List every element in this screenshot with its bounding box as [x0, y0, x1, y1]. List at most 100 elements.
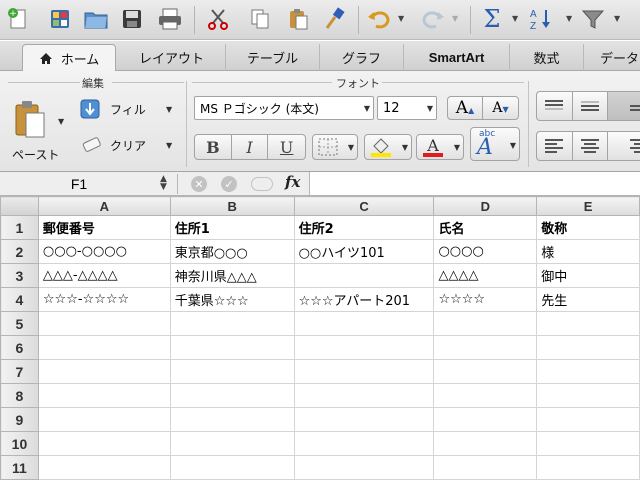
row-header[interactable]: 9	[0, 407, 39, 432]
align-bottom-button[interactable]	[608, 92, 640, 120]
row-header[interactable]: 4	[0, 287, 39, 312]
grid-cell[interactable]	[37, 455, 171, 480]
tab-layout[interactable]: レイアウト	[118, 44, 226, 71]
new-icon[interactable]: +	[4, 5, 32, 33]
row-header[interactable]: 2	[0, 239, 39, 264]
bold-button[interactable]: B	[195, 135, 232, 159]
grid-cell[interactable]: 住所2	[293, 215, 435, 240]
grid-cell[interactable]	[293, 311, 435, 336]
paste-button[interactable]: ▼ ペースト	[12, 99, 68, 165]
row-header[interactable]: 8	[0, 383, 39, 408]
clear-button[interactable]: クリア ▼	[80, 135, 180, 157]
font-size-select[interactable]: 12 ▼	[377, 96, 437, 120]
grid-cell[interactable]	[433, 431, 538, 456]
grid-cell[interactable]	[169, 359, 295, 384]
row-header[interactable]: 10	[0, 431, 39, 456]
copy-icon[interactable]	[246, 5, 274, 33]
grid-cell[interactable]	[536, 407, 640, 432]
align-middle-button[interactable]	[573, 92, 609, 120]
grid-cell[interactable]	[169, 455, 295, 480]
grid-cell[interactable]	[37, 407, 171, 432]
enter-icon[interactable]: ✓	[221, 176, 237, 192]
tab-home[interactable]: ホーム	[22, 44, 116, 72]
align-top-button[interactable]	[537, 92, 573, 120]
name-box-stepper-icon[interactable]: ▲ ▼	[160, 175, 167, 192]
grid-cell[interactable]: ○○ハイツ101	[293, 239, 435, 264]
undo-icon[interactable]	[366, 5, 394, 33]
align-center-button[interactable]	[573, 132, 609, 160]
grid-cell[interactable]	[37, 431, 171, 456]
grid-cell[interactable]	[37, 383, 171, 408]
underline-button[interactable]: U	[268, 135, 305, 159]
grid-cell[interactable]	[536, 359, 640, 384]
column-header[interactable]: A	[37, 196, 171, 216]
formula-input[interactable]	[309, 172, 640, 195]
grid-cell[interactable]	[433, 455, 538, 480]
autosum-icon[interactable]: Σ	[478, 5, 506, 33]
formula-builder-toggle[interactable]	[251, 177, 273, 191]
grid-cell[interactable]: ☆☆☆アパート201	[293, 287, 435, 312]
save-icon[interactable]	[118, 5, 146, 33]
redo-icon[interactable]	[418, 5, 446, 33]
select-all-corner[interactable]	[0, 196, 39, 216]
font-color-button[interactable]: A ▼	[416, 134, 464, 160]
column-header[interactable]: E	[536, 196, 640, 216]
row-header[interactable]: 5	[0, 311, 39, 336]
grid-cell[interactable]	[536, 455, 640, 480]
undo-dropdown-icon[interactable]: ▼	[398, 14, 404, 23]
increase-font-button[interactable]: A▲	[448, 97, 484, 119]
paste-icon[interactable]	[284, 5, 312, 33]
gallery-icon[interactable]	[46, 5, 74, 33]
grid-cell[interactable]	[169, 407, 295, 432]
column-header[interactable]: C	[293, 196, 435, 216]
redo-dropdown-icon[interactable]: ▼	[452, 14, 458, 23]
sort-icon[interactable]: AZ	[528, 5, 556, 33]
grid-cell[interactable]: ☆☆☆-☆☆☆☆	[37, 287, 171, 312]
tab-smartart[interactable]: SmartArt	[404, 44, 510, 71]
grid-cell[interactable]	[536, 311, 640, 336]
grid-cell[interactable]	[536, 383, 640, 408]
grid-cell[interactable]	[293, 407, 435, 432]
grid-cell[interactable]	[293, 263, 435, 288]
autosum-dropdown-icon[interactable]: ▼	[512, 14, 518, 23]
grid-cell[interactable]	[293, 383, 435, 408]
filter-dropdown-icon[interactable]: ▼	[614, 14, 620, 23]
grid-cell[interactable]: 様	[536, 239, 640, 264]
grid-cell[interactable]	[169, 311, 295, 336]
grid-cell[interactable]	[293, 431, 435, 456]
text-effects-button[interactable]: abc A ▼	[470, 127, 520, 161]
tab-data[interactable]: データ	[584, 44, 640, 71]
fill-color-button[interactable]: ▼	[364, 134, 412, 160]
paste-dropdown-icon[interactable]: ▼	[58, 117, 64, 126]
fill-button[interactable]: フィル ▼	[80, 99, 180, 121]
grid-cell[interactable]: 先生	[536, 287, 640, 312]
column-header[interactable]: B	[169, 196, 295, 216]
filter-icon[interactable]	[580, 5, 608, 33]
grid-cell[interactable]	[433, 407, 538, 432]
font-name-select[interactable]: MS Ｐゴシック (本文) ▼	[194, 96, 374, 120]
grid-cell[interactable]: ○○○-○○○○	[37, 239, 171, 264]
grid-cell[interactable]: 郵便番号	[37, 215, 171, 240]
grid-cell[interactable]: 千葉県☆☆☆	[169, 287, 295, 312]
row-header[interactable]: 7	[0, 359, 39, 384]
grid-cell[interactable]	[293, 359, 435, 384]
clear-dropdown-icon[interactable]: ▼	[166, 141, 172, 150]
grid-cell[interactable]	[37, 335, 171, 360]
row-header[interactable]: 1	[0, 215, 39, 240]
column-header[interactable]: D	[433, 196, 538, 216]
row-header[interactable]: 3	[0, 263, 39, 288]
cancel-icon[interactable]: ✕	[191, 176, 207, 192]
sort-dropdown-icon[interactable]: ▼	[566, 14, 572, 23]
align-left-button[interactable]	[537, 132, 573, 160]
align-right-button[interactable]	[608, 132, 640, 160]
open-icon[interactable]	[82, 5, 110, 33]
grid-cell[interactable]: ○○○○	[433, 239, 538, 264]
row-header[interactable]: 6	[0, 335, 39, 360]
grid-cell[interactable]: △△△△	[433, 263, 538, 288]
print-icon[interactable]	[156, 5, 184, 33]
row-header[interactable]: 11	[0, 455, 39, 480]
tab-table[interactable]: テーブル	[226, 44, 320, 71]
grid-cell[interactable]: 敬称	[536, 215, 640, 240]
borders-button[interactable]: ▼	[312, 134, 358, 160]
italic-button[interactable]: I	[232, 135, 269, 159]
